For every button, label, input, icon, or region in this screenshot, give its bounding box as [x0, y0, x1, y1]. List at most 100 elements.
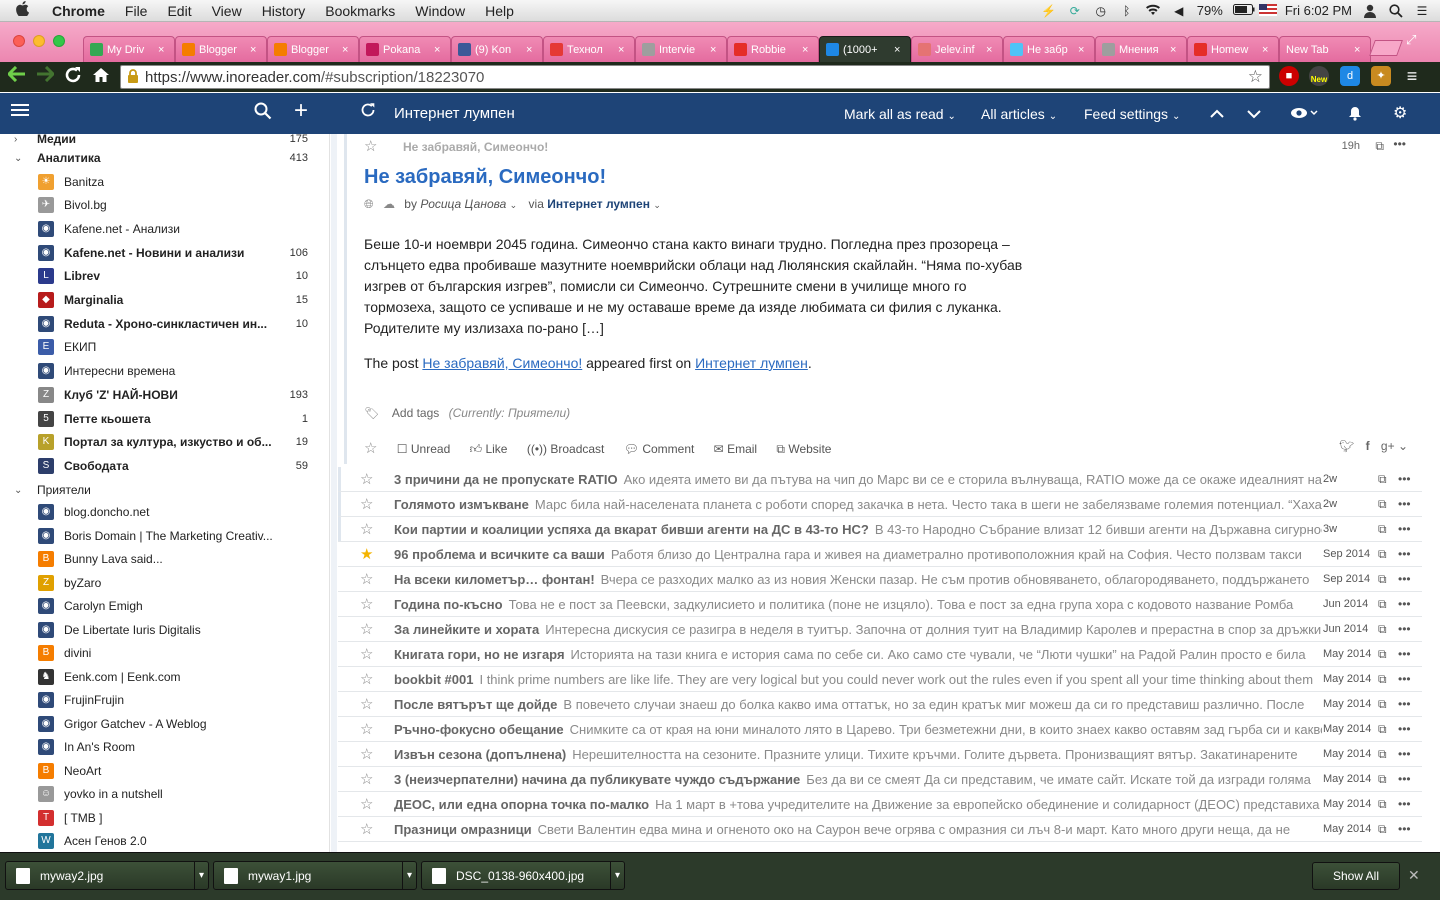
open-external-icon[interactable]: ⧉ [1378, 697, 1387, 712]
sidebar-feed-item[interactable]: ◉ Boris Domain | The Marketing Creativ... [0, 525, 329, 547]
sidebar-feed-item[interactable]: ◉ Grigor Gatchev - A Weblog [0, 713, 329, 735]
article-row-title[interactable]: 3 причини да не пропускате RATIO [394, 472, 618, 487]
browser-tab[interactable]: Pokana × [359, 36, 451, 62]
hamburger-menu-icon[interactable] [11, 102, 29, 124]
star-icon[interactable]: ☆ [360, 645, 373, 663]
star-icon[interactable]: ★ [360, 545, 373, 563]
home-button[interactable] [88, 66, 114, 89]
more-options-icon[interactable]: ••• [1398, 522, 1411, 536]
article-row-title[interactable]: Голямото измъкване [394, 497, 529, 512]
wifi-icon[interactable] [1145, 4, 1161, 18]
bluetooth-icon[interactable]: ᛒ [1119, 4, 1135, 18]
article-row-title[interactable]: ДЕОС, или една опорна точка по-малко [394, 797, 649, 812]
settings-gear-icon[interactable]: ⚙ [1393, 103, 1407, 123]
open-external-icon[interactable]: ⧉ [1378, 747, 1387, 762]
article-row-title[interactable]: Година по-късно [394, 597, 503, 612]
open-external-icon[interactable]: ⧉ [1378, 647, 1387, 662]
add-subscription-icon[interactable]: + [294, 97, 308, 125]
menu-file[interactable]: File [115, 3, 158, 19]
browser-tab[interactable]: Технол × [543, 36, 635, 62]
article-row[interactable]: ☆ Книгата гори, но не изгаря Историята на … [338, 642, 1422, 667]
sidebar-scrollbar[interactable] [331, 134, 337, 852]
sidebar-feed-item[interactable]: B Bunny Lava said... [0, 548, 329, 570]
star-icon[interactable]: ☆ [360, 570, 373, 588]
close-tab-icon[interactable]: × [1170, 44, 1182, 56]
sidebar-feed-item[interactable]: ✈ Bivol.bg [0, 194, 329, 216]
download-item[interactable]: myway2.jpg ▾ [5, 861, 209, 890]
star-icon[interactable]: ☆ [360, 470, 373, 488]
more-options-icon[interactable]: ••• [1398, 722, 1411, 736]
close-tab-icon[interactable]: × [342, 44, 354, 56]
close-tab-icon[interactable]: × [894, 44, 906, 56]
star-icon[interactable]: ☆ [364, 137, 377, 155]
star-icon[interactable]: ☆ [364, 440, 377, 457]
menu-edit[interactable]: Edit [157, 3, 201, 19]
apple-menu-icon[interactable] [0, 1, 44, 20]
article-author[interactable]: Росица Цанова [420, 197, 506, 211]
article-row[interactable]: ☆ bookbit #001 I think prime numbers are l… [338, 667, 1422, 692]
browser-tab[interactable]: Blogger × [267, 36, 359, 62]
sidebar-feed-item[interactable]: ☺ yovko in a nutshell [0, 783, 329, 805]
browser-tab[interactable]: Jelev.inf × [911, 36, 1003, 62]
sidebar-feed-item[interactable]: ◉ De Libertate Iuris Digitalis [0, 619, 329, 641]
article-row[interactable]: ☆ ДЕОС, или една опорна точка по-малко На … [338, 792, 1422, 817]
star-icon[interactable]: ☆ [360, 745, 373, 763]
star-icon[interactable]: ☆ [360, 520, 373, 538]
post-link[interactable]: Не забравяй, Симеончо! [422, 355, 582, 371]
star-icon[interactable]: ☆ [360, 770, 373, 788]
pocket-extension-icon[interactable]: d [1340, 66, 1360, 86]
menu-view[interactable]: View [202, 3, 252, 19]
open-external-icon[interactable]: ⧉ [1378, 622, 1387, 637]
extension-icon[interactable]: ✦ [1371, 66, 1391, 86]
article-row[interactable]: ☆ 3 (неизчерпателни) начина да публикуват… [338, 767, 1422, 792]
open-external-icon[interactable]: ⧉ [1375, 139, 1384, 154]
show-all-downloads-button[interactable]: Show All [1312, 862, 1400, 890]
open-external-icon[interactable]: ⧉ [1378, 547, 1387, 562]
like-button[interactable]: 👍︎ Like [470, 442, 508, 456]
sidebar-feed-item[interactable]: ◉ Kafene.net - Анализи [0, 218, 329, 240]
sidebar-feed-item[interactable]: ◉ In An's Room [0, 736, 329, 758]
open-external-icon[interactable]: ⧉ [1378, 597, 1387, 612]
lock-icon[interactable] [127, 68, 139, 86]
open-external-icon[interactable]: ⧉ [1378, 722, 1387, 737]
tag-icon[interactable]: 🏷︎ [364, 406, 379, 420]
article-row[interactable]: ☆ Ръчно-фокусно обещание Снимките са от кр… [338, 717, 1422, 742]
menubar-clock[interactable]: Fri 6:02 PM [1285, 3, 1352, 18]
open-external-icon[interactable]: ⧉ [1378, 672, 1387, 687]
menu-help[interactable]: Help [475, 3, 524, 19]
download-item[interactable]: DSC_0138-960x400.jpg ▾ [421, 861, 625, 890]
sync-icon[interactable]: ⟳ [1067, 4, 1083, 18]
sidebar-feed-item[interactable]: ZbyZaro [0, 572, 329, 594]
browser-tab[interactable]: Homew × [1187, 36, 1279, 62]
add-tags-button[interactable]: Add tags [392, 406, 439, 420]
open-external-icon[interactable]: ⧉ [1378, 522, 1387, 537]
sidebar-feed-item[interactable]: Z Клуб 'Z' НАЙ-НОВИ 193 [0, 384, 329, 406]
download-menu-caret[interactable]: ▾ [402, 862, 416, 889]
bookmark-star-icon[interactable]: ☆ [1248, 67, 1263, 87]
star-icon[interactable]: ☆ [360, 795, 373, 813]
star-icon[interactable]: ☆ [360, 720, 373, 738]
more-options-icon[interactable]: ••• [1398, 747, 1411, 761]
article-row[interactable]: ★ 96 проблема и всичките са ваши Работя бл… [338, 542, 1422, 567]
more-options-icon[interactable]: ••• [1398, 547, 1411, 561]
browser-tab[interactable]: My Driv × [83, 36, 175, 62]
chevron-down-icon[interactable]: ⌄ [14, 153, 22, 164]
sidebar-feed-item[interactable]: Bdivini [0, 642, 329, 664]
star-icon[interactable]: ☆ [360, 595, 373, 613]
download-item[interactable]: myway1.jpg ▾ [213, 861, 417, 890]
sidebar-feed-item[interactable]: ◉ Kafene.net - Новини и анализи 106 [0, 242, 329, 264]
unread-button[interactable]: ☐ Unread [397, 442, 450, 456]
star-icon[interactable]: ☆ [360, 670, 373, 688]
chrome-menu-icon[interactable]: ≡ [1402, 66, 1422, 86]
more-options-icon[interactable]: ••• [1398, 597, 1411, 611]
browser-tab[interactable]: Robbie × [727, 36, 819, 62]
open-external-icon[interactable]: ⧉ [1378, 797, 1387, 812]
more-options-icon[interactable]: ••• [1398, 647, 1411, 661]
more-options-icon[interactable]: ••• [1398, 572, 1411, 586]
open-external-icon[interactable]: ⧉ [1378, 822, 1387, 837]
email-button[interactable]: ✉ Email [714, 442, 757, 456]
sidebar-feed-item[interactable]: B NeoArt [0, 760, 329, 782]
mark-all-read-button[interactable]: Mark all as read ⌄ [844, 106, 956, 122]
close-window-button[interactable] [13, 35, 25, 47]
article-row[interactable]: ☆ Голямото измъкване Марс била най-населен… [338, 492, 1422, 517]
